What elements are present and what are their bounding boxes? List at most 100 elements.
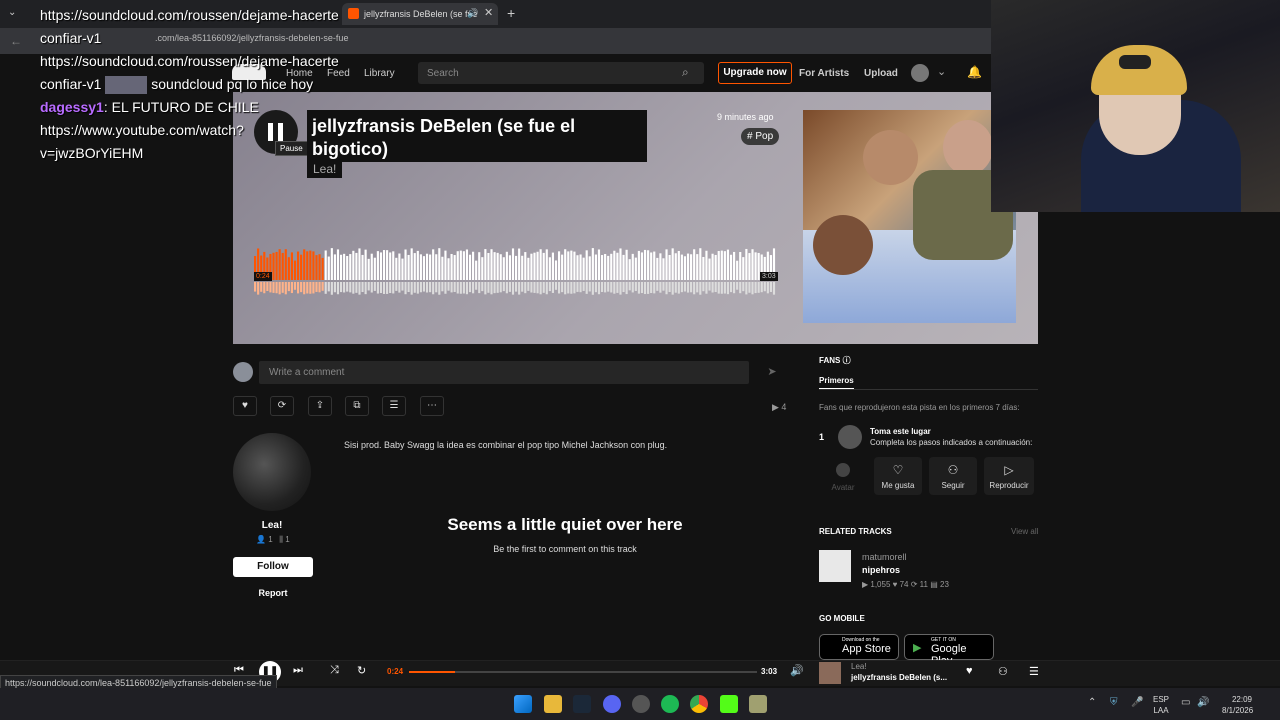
waveform-reflection <box>650 282 653 294</box>
waveform-bar <box>521 255 524 280</box>
upgrade-button[interactable]: Upgrade now <box>718 62 792 84</box>
file-explorer-icon[interactable] <box>544 695 562 713</box>
nav-for-artists[interactable]: For Artists <box>799 68 849 79</box>
tab-list-icon[interactable]: ⌄ <box>8 7 16 18</box>
report-link[interactable]: Report <box>233 588 313 598</box>
search-input[interactable]: Search ⌕ <box>418 62 704 84</box>
bell-icon[interactable]: 🔔 <box>967 65 982 79</box>
waveform-bar <box>729 254 733 280</box>
next-icon[interactable]: ⏭ <box>293 664 303 677</box>
nav-upload[interactable]: Upload <box>864 68 898 79</box>
player-like-icon[interactable]: ♥ <box>966 665 973 677</box>
waveform-bar <box>502 257 505 280</box>
emote-icon <box>105 76 148 95</box>
repost-button[interactable]: ⟳ <box>270 396 294 416</box>
waveform-bar <box>481 257 484 280</box>
related-title[interactable]: nipehros <box>862 565 900 575</box>
waveform-reflection <box>438 282 441 295</box>
security-icon[interactable]: ⛨ <box>1110 697 1118 708</box>
related-artist[interactable]: matumorell <box>862 552 907 562</box>
player-title[interactable]: jellyzfransis DeBelen (s... <box>851 673 947 682</box>
waveform-reflection <box>300 282 303 293</box>
waveform-bar <box>281 252 284 280</box>
tab-primeros[interactable]: Primeros <box>819 376 854 389</box>
waveform-reflection <box>502 282 505 292</box>
waveform-bar <box>548 257 551 280</box>
clock[interactable]: 22:09 8/1/2026 <box>1222 694 1253 716</box>
queue-icon[interactable]: ☰ <box>1029 665 1039 678</box>
player-artist[interactable]: Lea! <box>851 662 867 671</box>
waveform-reflection <box>723 282 726 294</box>
follow-step-button[interactable]: ⚇ Seguir <box>929 457 977 495</box>
like-button[interactable]: ♥ <box>233 396 257 416</box>
user-avatar[interactable] <box>911 64 929 82</box>
send-icon[interactable]: ➤ <box>757 361 787 384</box>
player-follow-icon[interactable]: ⚇ <box>998 665 1008 678</box>
network-icon[interactable]: ▭ <box>1181 697 1190 708</box>
copy-link-button[interactable]: ⧉ <box>345 396 369 416</box>
spotify-icon[interactable] <box>661 695 679 713</box>
waveform-reflection <box>339 282 343 293</box>
player-artwork[interactable] <box>819 662 841 684</box>
tray-chevron-icon[interactable]: ⌃ <box>1088 697 1096 708</box>
chat-line: confiar-v1 soundcloud pq lo hice hoy <box>40 73 370 96</box>
empty-comments-heading: Seems a little quiet over here <box>447 515 683 534</box>
close-tab-icon[interactable]: ✕ <box>484 6 493 19</box>
add-to-playlist-button[interactable]: ☰ <box>382 396 406 416</box>
repeat-icon[interactable]: ↻ <box>357 664 366 677</box>
volume-tray-icon[interactable]: 🔊 <box>1197 697 1209 708</box>
waveform-bar <box>683 256 687 280</box>
kick-icon[interactable] <box>720 695 738 713</box>
comment-placeholder: Write a comment <box>269 367 345 378</box>
waveform-reflection <box>465 282 469 295</box>
more-button[interactable]: ⋯ <box>420 396 444 416</box>
waveform-reflection <box>508 282 512 292</box>
app-store-badge[interactable]: Download on the App Store <box>819 634 899 660</box>
uploader-avatar[interactable] <box>233 433 311 511</box>
waveform-bar <box>656 257 659 280</box>
shuffle-icon[interactable]: ⤨ <box>330 664 339 677</box>
discord-icon[interactable] <box>603 695 621 713</box>
chevron-down-icon[interactable]: ⌄ <box>937 65 946 78</box>
chrome-icon[interactable] <box>690 695 708 713</box>
waveform-bar <box>640 252 644 280</box>
like-step-button[interactable]: ♡ Me gusta <box>874 457 922 495</box>
new-tab-icon[interactable]: + <box>507 5 515 21</box>
player-progress-track[interactable] <box>409 671 757 673</box>
waveform-bar <box>582 257 585 280</box>
windows-start-icon[interactable] <box>514 695 532 713</box>
waveform-bar <box>450 253 453 280</box>
waveform-bar <box>336 249 340 280</box>
fan-slot-title: Toma este lugar <box>870 427 931 436</box>
volume-icon[interactable]: 🔊 <box>790 664 804 677</box>
related-artwork[interactable] <box>819 550 851 582</box>
back-icon[interactable]: ← <box>10 34 22 48</box>
waveform-reflection <box>333 282 336 293</box>
comment-input[interactable]: Write a comment <box>259 361 749 384</box>
posted-time: 9 minutes ago <box>717 112 774 122</box>
waveform-reflection <box>336 282 340 295</box>
obs-icon[interactable] <box>632 695 650 713</box>
waveform-reflection <box>499 282 502 293</box>
waveform-reflection <box>674 282 677 293</box>
language-indicator[interactable]: ESP LAA <box>1153 694 1169 716</box>
steam-icon[interactable] <box>573 695 591 713</box>
waveform-reflection <box>665 282 668 295</box>
mic-icon[interactable]: 🎤 <box>1131 697 1143 708</box>
waveform-bar <box>367 258 370 280</box>
genre-tag[interactable]: # Pop <box>741 128 780 145</box>
waveform-bar <box>361 254 364 280</box>
waveform-bar <box>272 252 275 280</box>
search-icon[interactable]: ⌕ <box>682 65 689 80</box>
share-button[interactable]: ⇪ <box>308 396 332 416</box>
waveform-bar <box>475 260 478 280</box>
uploader-name[interactable]: Lea! <box>233 520 311 531</box>
view-all-link[interactable]: View all <box>1011 527 1038 536</box>
app-icon[interactable] <box>749 695 767 713</box>
google-play-badge[interactable]: ▶ GET IT ON Google Play <box>904 634 994 667</box>
play-step-button[interactable]: ▷ Reproducir <box>984 457 1034 495</box>
waveform-reflection <box>683 282 687 292</box>
waveform[interactable] <box>254 236 776 300</box>
follow-button[interactable]: Follow <box>233 557 313 577</box>
waveform-reflection <box>739 282 742 294</box>
